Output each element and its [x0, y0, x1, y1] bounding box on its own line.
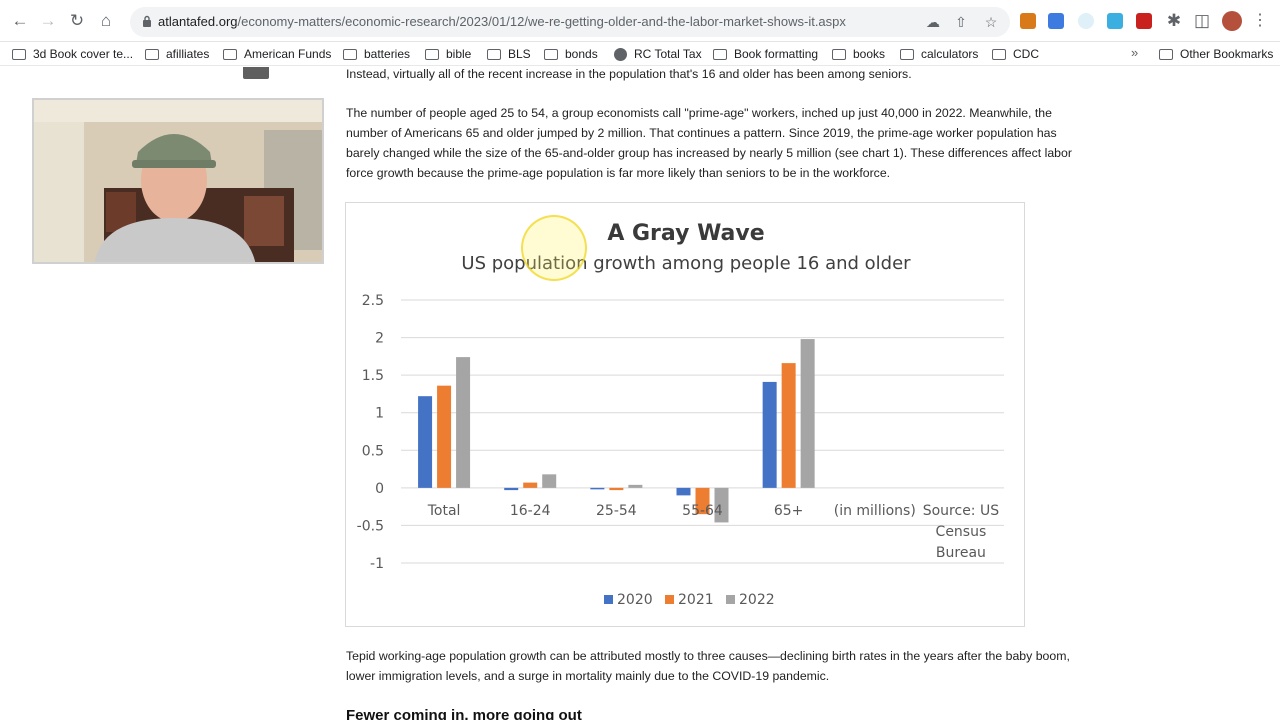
folder-icon: [425, 48, 439, 60]
x-category-label: 16-24: [510, 503, 551, 519]
sidebar-icon[interactable]: ◫: [1192, 11, 1212, 31]
folder-icon: [832, 48, 846, 60]
share-icon[interactable]: ⇧: [952, 13, 970, 31]
paragraph-causes: Tepid working-age population growth can …: [346, 649, 1070, 683]
y-tick-label: 1: [375, 406, 384, 422]
bookmark-item[interactable]: afilliates: [145, 45, 209, 63]
bar-2020: [762, 381, 777, 488]
other-bookmarks[interactable]: Other Bookmarks: [1159, 45, 1273, 63]
webcam-image: [34, 100, 322, 262]
bookmark-item[interactable]: American Funds: [223, 45, 331, 63]
x-category-label: 25-54: [596, 503, 637, 519]
extension-circle-icon[interactable]: [1078, 13, 1094, 29]
bar-2021: [609, 487, 624, 491]
bar-2022: [800, 339, 815, 488]
folder-icon: [223, 48, 237, 60]
browser-toolbar: ← → ↻ ⌂ atlantafed.org/economy-matters/e…: [0, 0, 1280, 42]
section-heading: Fewer coming in, more going out: [346, 707, 582, 720]
folder-icon: [343, 48, 357, 60]
y-tick-label: -0.5: [357, 518, 384, 534]
cursor-highlight: [521, 215, 587, 281]
legend-label: 2021: [678, 592, 714, 608]
bookmark-item[interactable]: Book formatting: [713, 45, 818, 63]
bar-2022: [542, 474, 557, 488]
legend-label: 2020: [617, 592, 653, 608]
star-icon[interactable]: ☆: [982, 13, 1000, 31]
puzzle-icon[interactable]: ✱: [1164, 11, 1184, 31]
globe-icon: [614, 47, 627, 61]
extension-cloud-icon[interactable]: [1107, 13, 1123, 29]
lock-icon: [143, 15, 151, 27]
folder-icon: [1159, 48, 1173, 60]
x-category-label: (in millions): [834, 503, 916, 519]
bar-2021: [437, 385, 452, 488]
folder-icon: [992, 48, 1006, 60]
address-bar[interactable]: atlantafed.org/economy-matters/economic-…: [130, 7, 1010, 37]
bar-2022: [456, 357, 471, 488]
bookmark-item[interactable]: CDC: [992, 45, 1039, 63]
y-tick-label: 0.5: [362, 443, 384, 459]
legend-swatch: [726, 595, 735, 604]
share-icon[interactable]: [243, 67, 269, 79]
paragraph-prime-age: The number of people aged 25 to 54, a gr…: [346, 106, 1072, 180]
y-tick-label: 1.5: [362, 368, 384, 384]
bar-2020: [418, 396, 433, 488]
x-category-label: Total: [427, 503, 461, 519]
legend-label: 2022: [739, 592, 775, 608]
bar-2020: [676, 487, 691, 496]
x-category-label: Census: [936, 524, 987, 540]
bar-2021: [523, 482, 538, 488]
bookmark-item[interactable]: BLS: [487, 45, 531, 63]
legend-swatch: [665, 595, 674, 604]
chart-gray-wave: A Gray Wave US population growth among p…: [345, 202, 1025, 627]
bar-2020: [590, 487, 605, 490]
folder-icon: [900, 48, 914, 60]
bar-2022: [628, 484, 643, 488]
bar-2020: [504, 487, 519, 491]
folder-icon: [487, 48, 501, 60]
page-content: Instead, virtually all of the recent inc…: [0, 67, 1280, 720]
x-category-label: Source: US: [923, 503, 999, 519]
y-tick-label: 0: [375, 481, 384, 497]
url-text: atlantafed.org/economy-matters/economic-…: [158, 14, 846, 29]
reload-icon[interactable]: ↻: [67, 11, 87, 31]
y-tick-label: -1: [370, 556, 384, 572]
bookmark-item[interactable]: bonds: [544, 45, 598, 63]
folder-icon: [12, 48, 26, 60]
y-tick-label: 2: [375, 331, 384, 347]
x-category-label: 55-64: [682, 503, 723, 519]
bar-chart: 2.5 2 1.5 1 0.5 0 -0.5 -1 Total 16-24 25-54 55-64 65…: [357, 293, 1004, 608]
bookmark-item[interactable]: batteries: [343, 45, 410, 63]
bar-2021: [781, 363, 796, 488]
paragraph-intro: Instead, virtually all of the recent inc…: [346, 67, 912, 81]
bookmark-item[interactable]: books: [832, 45, 885, 63]
bookmark-item[interactable]: 3d Book cover te...: [12, 45, 133, 63]
folder-icon: [544, 48, 558, 60]
extension-blue-icon[interactable]: [1048, 13, 1064, 29]
folder-icon: [145, 48, 159, 60]
cloud-icon[interactable]: ☁: [924, 13, 942, 31]
menu-icon[interactable]: ⋮: [1252, 11, 1268, 31]
webcam-overlay: [32, 98, 324, 264]
extension-orange-icon[interactable]: [1020, 13, 1036, 29]
back-icon[interactable]: ←: [10, 11, 30, 31]
pdf-extension-icon[interactable]: [1136, 13, 1152, 29]
profile-avatar[interactable]: [1222, 11, 1242, 31]
forward-icon[interactable]: →: [38, 11, 58, 31]
bookmark-item[interactable]: bible: [425, 45, 471, 63]
bookmarks-bar: 3d Book cover te... afilliates American …: [0, 42, 1280, 66]
folder-icon: [713, 48, 727, 60]
x-category-label: 65+: [774, 503, 804, 519]
legend-swatch: [604, 595, 613, 604]
bookmarks-overflow-button[interactable]: »: [1131, 45, 1138, 60]
home-icon[interactable]: ⌂: [96, 11, 116, 31]
x-category-label: Bureau: [936, 545, 986, 561]
bookmark-item[interactable]: calculators: [900, 45, 978, 63]
bookmark-item[interactable]: RC Total Tax: [614, 45, 702, 63]
y-tick-label: 2.5: [362, 293, 384, 309]
